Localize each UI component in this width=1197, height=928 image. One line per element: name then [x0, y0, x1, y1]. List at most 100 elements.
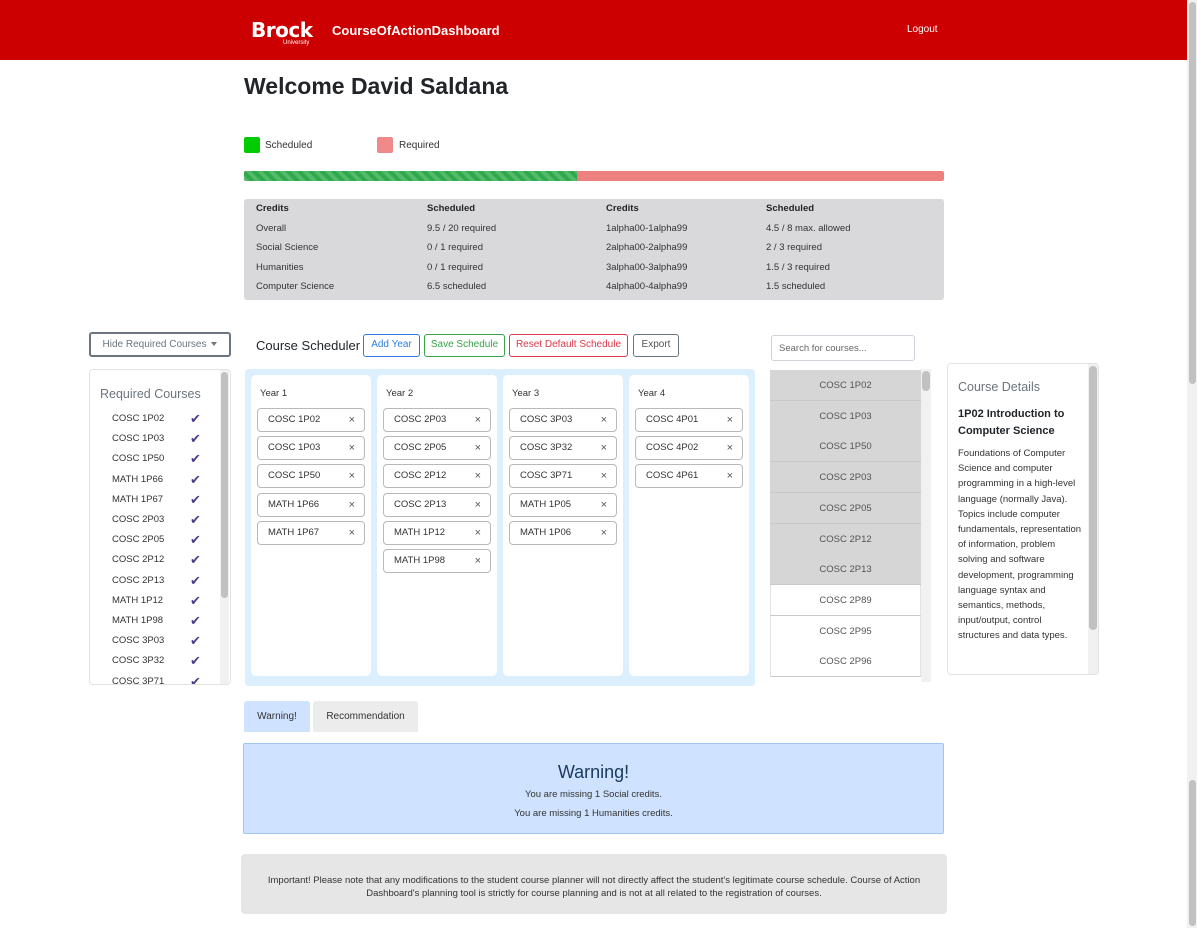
remove-course-icon[interactable]: × — [475, 409, 481, 431]
remove-course-icon[interactable]: × — [349, 409, 355, 431]
scheduled-course-chip[interactable]: COSC 1P50 × — [257, 464, 365, 489]
remove-course-icon[interactable]: × — [475, 465, 481, 487]
required-course-item[interactable]: COSC 1P02 — [112, 413, 164, 424]
scheduled-course-label: MATH 1P06 — [520, 526, 572, 538]
course-list-item[interactable]: COSC 2P05 — [770, 492, 921, 524]
scheduled-course-chip[interactable]: COSC 2P05 × — [383, 436, 491, 461]
course-list-item[interactable]: COSC 2P12 — [770, 523, 921, 555]
scheduled-course-chip[interactable]: MATH 1P98 × — [383, 549, 491, 573]
year-label: Year 2 — [386, 388, 414, 399]
year-label: Year 4 — [638, 388, 666, 399]
scheduled-course-chip[interactable]: COSC 2P13 × — [383, 492, 491, 517]
year-column[interactable]: Year 3 COSC 3P03 × COSC 3P32 × COSC 3P71 × MATH… — [503, 375, 623, 676]
course-list-item[interactable]: COSC 2P96 — [770, 646, 921, 678]
app-title[interactable]: CourseOfActionDashboard — [332, 23, 500, 38]
save-schedule-button[interactable]: Save Schedule — [424, 334, 505, 357]
course-list-item[interactable]: COSC 1P02 — [770, 370, 921, 401]
required-course-item[interactable]: COSC 2P05 — [112, 534, 164, 545]
year-column[interactable]: Year 2 COSC 2P03 × COSC 2P05 × COSC 2P12 × COSC… — [377, 375, 497, 676]
course-list-item[interactable]: COSC 1P50 — [770, 431, 921, 463]
required-course-item[interactable]: COSC 3P32 — [112, 655, 164, 666]
scheduled-course-chip[interactable]: MATH 1P06 × — [509, 520, 617, 545]
scheduled-course-chip[interactable]: MATH 1P67 × — [257, 520, 365, 545]
scheduled-course-chip[interactable]: COSC 3P32 × — [509, 436, 617, 461]
remove-course-icon[interactable]: × — [727, 437, 733, 459]
course-list-item[interactable]: COSC 2P13 — [770, 554, 921, 586]
remove-course-icon[interactable]: × — [349, 437, 355, 459]
remove-course-icon[interactable]: × — [349, 522, 355, 544]
credit-range-value: 4.5 / 8 max. allowed — [766, 223, 851, 234]
course-list-item[interactable]: COSC 1P03 — [770, 400, 921, 432]
checkmark-icon: ✔ — [190, 411, 201, 426]
scheduled-course-chip[interactable]: MATH 1P66 × — [257, 492, 365, 517]
export-button[interactable]: Export — [633, 334, 679, 357]
course-details-panel: Course Details 1P02 Introduction to Comp… — [947, 363, 1099, 675]
reset-default-schedule-button[interactable]: Reset Default Schedule — [509, 334, 628, 357]
required-course-item[interactable]: MATH 1P12 — [112, 595, 163, 606]
remove-course-icon[interactable]: × — [475, 550, 481, 572]
course-list-scrollbar[interactable] — [921, 369, 931, 682]
checkmark-icon: ✔ — [190, 491, 201, 507]
required-course-item[interactable]: COSC 1P50 — [112, 453, 164, 464]
tab-warning[interactable]: Warning! — [244, 701, 310, 732]
tab-recommendation[interactable]: Recommendation — [313, 701, 418, 732]
course-search-input[interactable] — [771, 335, 915, 361]
required-course-item[interactable]: MATH 1P66 — [112, 474, 163, 485]
remove-course-icon[interactable]: × — [475, 437, 481, 459]
scheduled-course-chip[interactable]: COSC 3P03 × — [509, 408, 617, 432]
course-list-scrollbar-thumb[interactable] — [922, 371, 930, 391]
required-course-item[interactable]: MATH 1P67 — [112, 494, 163, 505]
course-list-item[interactable]: COSC 2P89 — [770, 584, 921, 616]
remove-course-icon[interactable]: × — [601, 465, 607, 487]
hide-required-courses-dropdown[interactable]: Hide Required Courses — [89, 332, 231, 357]
scheduled-course-chip[interactable]: COSC 2P03 × — [383, 408, 491, 432]
required-course-item[interactable]: MATH 1P98 — [112, 615, 163, 626]
remove-course-icon[interactable]: × — [601, 409, 607, 431]
year-column[interactable]: Year 4 COSC 4P01 × COSC 4P02 × COSC 4P61 × — [629, 375, 749, 676]
brock-logo[interactable]: Brock — [251, 19, 313, 41]
scheduled-course-chip[interactable]: COSC 4P02 × — [635, 436, 743, 461]
remove-course-icon[interactable]: × — [727, 465, 733, 487]
page-scrollbar-thumb[interactable] — [1189, 2, 1196, 384]
scheduled-course-label: MATH 1P12 — [394, 526, 446, 538]
credits-progress-fill — [244, 171, 577, 181]
remove-course-icon[interactable]: × — [601, 494, 607, 516]
scheduled-course-label: MATH 1P67 — [268, 526, 320, 538]
remove-course-icon[interactable]: × — [349, 465, 355, 487]
scheduled-course-chip[interactable]: MATH 1P05 × — [509, 492, 617, 517]
logout-link[interactable]: Logout — [907, 24, 938, 35]
scheduled-course-label: COSC 1P50 — [268, 470, 321, 482]
course-list-item[interactable]: COSC 2P03 — [770, 462, 921, 494]
course-list-item[interactable]: COSC 2P95 — [770, 615, 921, 647]
remove-course-icon[interactable]: × — [601, 522, 607, 544]
required-courses-scrollbar-thumb[interactable] — [221, 372, 228, 598]
course-details-scrollbar-thumb[interactable] — [1089, 366, 1097, 630]
credits-header: Credits — [256, 203, 289, 214]
required-course-item[interactable]: COSC 2P13 — [112, 575, 164, 586]
required-course-item[interactable]: COSC 1P03 — [112, 433, 164, 444]
remove-course-icon[interactable]: × — [475, 494, 481, 516]
required-course-item[interactable]: COSC 3P03 — [112, 635, 164, 646]
scheduled-course-chip[interactable]: COSC 4P61 × — [635, 464, 743, 489]
scheduled-course-label: COSC 2P12 — [394, 470, 447, 482]
scheduled-course-chip[interactable]: COSC 1P03 × — [257, 436, 365, 461]
scheduled-course-chip[interactable]: COSC 3P71 × — [509, 464, 617, 489]
scheduled-course-chip[interactable]: COSC 1P02 × — [257, 408, 365, 432]
scheduled-course-chip[interactable]: MATH 1P12 × — [383, 520, 491, 545]
remove-course-icon[interactable]: × — [601, 437, 607, 459]
remove-course-icon[interactable]: × — [349, 494, 355, 516]
scheduled-course-chip[interactable]: COSC 4P01 × — [635, 408, 743, 432]
year-column[interactable]: Year 1 COSC 1P02 × COSC 1P03 × COSC 1P50 × MATH… — [251, 375, 371, 676]
scheduled-legend-label: Scheduled — [265, 140, 313, 151]
add-year-button[interactable]: Add Year — [363, 334, 420, 357]
required-course-item[interactable]: COSC 3P71 — [112, 676, 164, 684]
required-course-item[interactable]: COSC 2P03 — [112, 514, 164, 525]
scheduled-course-chip[interactable]: COSC 2P12 × — [383, 464, 491, 489]
remove-course-icon[interactable]: × — [727, 409, 733, 431]
checkmark-icon: ✔ — [190, 512, 201, 527]
scheduled-course-label: COSC 1P02 — [268, 414, 321, 425]
required-course-item[interactable]: COSC 2P12 — [112, 554, 164, 565]
scheduled-course-label: COSC 4P61 — [646, 470, 699, 482]
remove-course-icon[interactable]: × — [475, 522, 481, 544]
page-scrollbar-thumb-lower[interactable] — [1189, 780, 1196, 926]
